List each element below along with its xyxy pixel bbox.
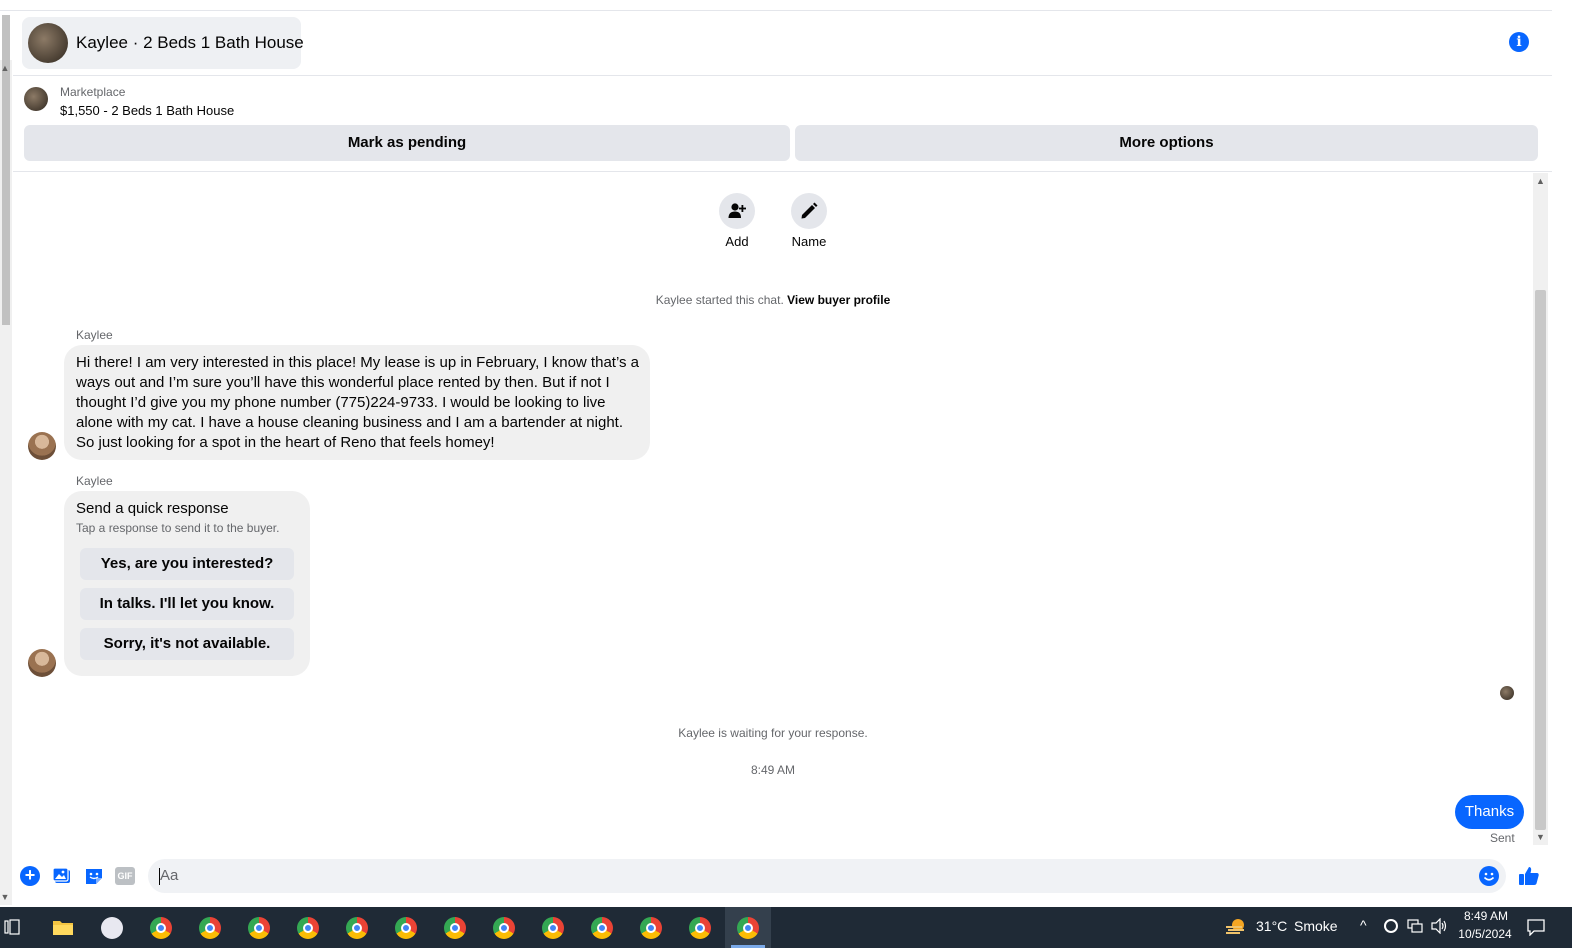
message-timestamp: 8:49 AM — [750, 763, 796, 777]
top-strip — [0, 0, 1552, 11]
chat-header: Kaylee · 2 Beds 1 Bath House i — [13, 11, 1552, 76]
chrome-profile-icon[interactable] — [150, 917, 172, 939]
conversation-title: Kaylee · 2 Beds 1 Bath House — [76, 33, 304, 52]
sent-status: Sent — [1490, 831, 1515, 845]
listing-avatar — [28, 23, 68, 63]
chrome-icon[interactable] — [297, 917, 319, 939]
name-label: Name — [791, 234, 827, 249]
file-explorer-icon[interactable] — [52, 918, 74, 936]
quick-response-in-talks-button[interactable]: In talks. I'll let you know. — [80, 588, 294, 620]
photo-icon[interactable] — [52, 866, 72, 886]
message-input[interactable]: Aa — [148, 859, 1506, 893]
sticker-icon[interactable] — [84, 866, 104, 886]
chrome-profile-icon[interactable] — [640, 917, 662, 939]
chat-started-notice: Kaylee started this chat. View buyer pro… — [473, 293, 1073, 307]
add-person-icon — [728, 203, 746, 218]
mark-as-pending-button[interactable]: Mark as pending — [24, 125, 790, 161]
chrome-profile-icon[interactable] — [493, 917, 515, 939]
emoji-icon[interactable] — [1479, 866, 1499, 886]
clock-time[interactable]: 8:49 AM — [1458, 909, 1514, 923]
app-icon[interactable] — [101, 917, 123, 939]
listing-thumbnail[interactable] — [24, 87, 48, 111]
active-app-highlight[interactable] — [725, 907, 771, 948]
listing-source-label: Marketplace — [60, 85, 126, 99]
gif-icon[interactable]: GIF — [115, 867, 135, 885]
chrome-profile-icon[interactable] — [248, 917, 270, 939]
weather-temperature[interactable]: 31°C — [1256, 918, 1287, 934]
info-icon[interactable]: i — [1509, 32, 1529, 52]
outgoing-message-bubble[interactable]: Thanks — [1455, 795, 1524, 829]
incoming-message-bubble[interactable]: Hi there! I am very interested in this p… — [64, 345, 650, 460]
thumbs-up-icon[interactable] — [1518, 865, 1540, 887]
chat-started-text: Kaylee started this chat. — [655, 293, 784, 307]
buyer-avatar[interactable] — [28, 432, 56, 460]
quick-response-card: Send a quick response Tap a response to … — [64, 491, 310, 676]
message-input-placeholder: Aa — [160, 867, 179, 884]
quick-response-not-available-button[interactable]: Sorry, it's not available. — [80, 628, 294, 660]
weather-condition[interactable]: Smoke — [1294, 918, 1338, 934]
chrome-profile-icon[interactable] — [199, 917, 221, 939]
chat-scrollbar-thumb[interactable] — [1535, 290, 1546, 830]
task-view-icon[interactable] — [4, 917, 20, 937]
more-options-button[interactable]: More options — [795, 125, 1538, 161]
chrome-profile-icon[interactable] — [689, 917, 711, 939]
show-hidden-icons-chevron-icon[interactable]: ^ — [1360, 917, 1367, 933]
record-icon[interactable] — [1384, 919, 1398, 933]
page-scrollbar-thumb[interactable] — [2, 15, 10, 325]
sender-name: Kaylee — [76, 474, 113, 488]
chrome-profile-icon[interactable] — [591, 917, 613, 939]
waiting-notice: Kaylee is waiting for your response. — [678, 726, 868, 740]
message-text: Hi there! I am very interested in this p… — [76, 354, 640, 451]
chrome-profile-icon[interactable] — [542, 917, 564, 939]
divider — [13, 171, 1552, 172]
quick-response-yes-button[interactable]: Yes, are you interested? — [80, 548, 294, 580]
chrome-profile-icon[interactable] — [346, 917, 368, 939]
listing-title[interactable]: $1,550 - 2 Beds 1 Bath House — [60, 103, 234, 118]
add-label: Add — [725, 234, 749, 249]
weather-smoke-icon[interactable] — [1224, 917, 1248, 937]
pencil-icon — [801, 202, 818, 219]
conversation-title-button[interactable]: Kaylee · 2 Beds 1 Bath House — [22, 17, 304, 69]
add-people-button[interactable] — [719, 193, 755, 229]
quick-response-subtitle: Tap a response to send it to the buyer. — [76, 521, 280, 535]
network-icon[interactable] — [1407, 919, 1423, 933]
scroll-up-arrow-icon[interactable]: ▲ — [1533, 176, 1548, 186]
clock-date[interactable]: 10/5/2024 — [1454, 927, 1516, 941]
read-receipt-avatar — [1500, 686, 1514, 700]
page-scroll-up-arrow-icon[interactable]: ▲ — [0, 63, 10, 73]
view-buyer-profile-link[interactable]: View buyer profile — [787, 293, 890, 307]
page-scroll-down-arrow-icon[interactable]: ▼ — [0, 892, 10, 902]
notification-center-icon[interactable] — [1526, 918, 1546, 937]
chrome-profile-icon[interactable] — [444, 917, 466, 939]
plus-icon[interactable]: + — [20, 866, 40, 886]
volume-icon[interactable] — [1431, 917, 1449, 935]
chrome-profile-icon — [737, 917, 759, 939]
name-conversation-button[interactable] — [791, 193, 827, 229]
quick-response-title: Send a quick response — [76, 500, 229, 517]
windows-taskbar: 31°C Smoke ^ 8:49 AM 10/5/2024 — [0, 907, 1572, 948]
scroll-down-arrow-icon[interactable]: ▼ — [1533, 832, 1548, 842]
sender-name: Kaylee — [76, 328, 113, 342]
chrome-profile-icon[interactable] — [395, 917, 417, 939]
buyer-avatar[interactable] — [28, 649, 56, 677]
